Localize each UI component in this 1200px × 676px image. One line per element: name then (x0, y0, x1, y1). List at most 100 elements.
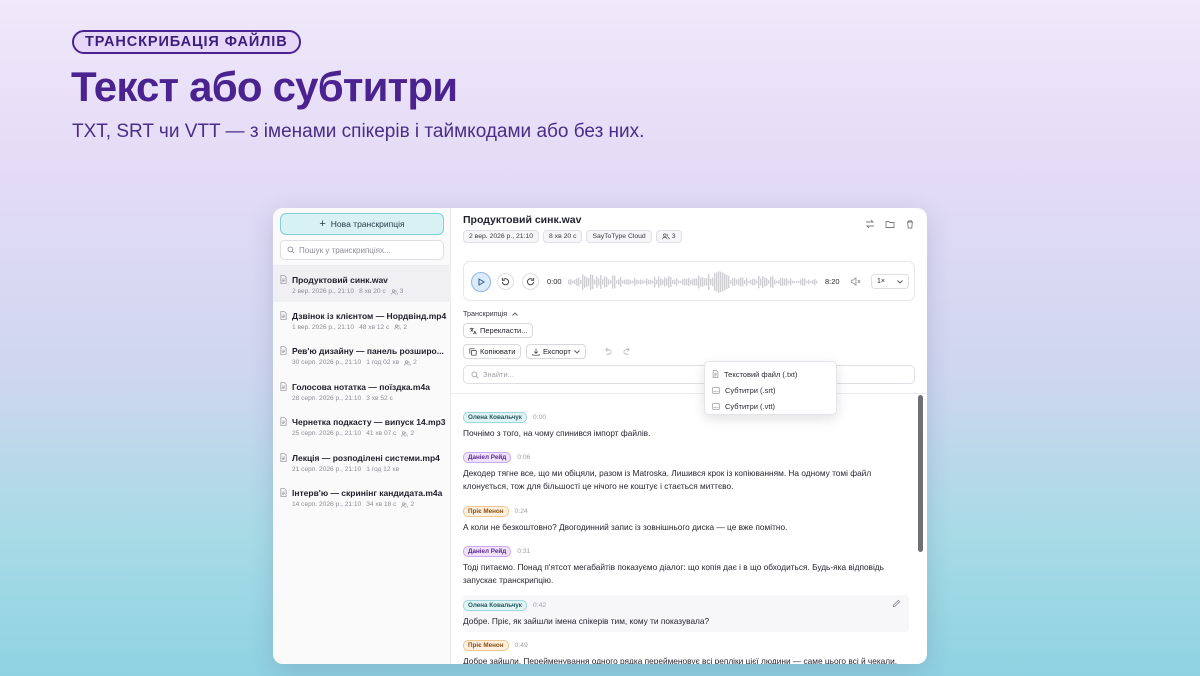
transcript-segment[interactable]: Даніел Рейд 0:31 Тоді питаємо. Понад п'я… (463, 545, 909, 587)
item-title: Продуктовий синк.wav (292, 275, 388, 285)
segment-timestamp[interactable]: 0:24 (515, 508, 528, 515)
speaker-badge[interactable]: Даніел Рейд (463, 545, 512, 557)
export-srt-item[interactable]: Субтитри (.srt) (705, 382, 836, 398)
waveform-bar (726, 274, 728, 290)
waveform-bar (652, 280, 654, 284)
waveform-bar (582, 274, 584, 290)
waveform-bar (624, 279, 626, 285)
waveform-bar (598, 278, 600, 286)
speaker-badge[interactable]: Олена Ковальчук (463, 411, 527, 423)
item-meta: 14 серп. 2026 р., 21:10 34 хв 18 с 2 (292, 501, 414, 508)
item-duration: 34 хв 18 с (366, 501, 397, 508)
waveform-bar (690, 279, 692, 285)
waveform-bar (714, 273, 716, 291)
waveform-bar (736, 279, 738, 285)
redo-button[interactable] (623, 344, 632, 359)
waveform-bar (730, 280, 732, 284)
waveform-bar (622, 280, 624, 284)
trash-icon[interactable] (905, 216, 915, 229)
find-input[interactable]: Знайти... (463, 365, 915, 384)
export-txt-item[interactable]: Текстовий файл (.txt) (705, 366, 836, 382)
text-file-icon (712, 370, 719, 378)
speaker-badge[interactable]: Даніел Рейд (463, 451, 512, 463)
subtitles-icon (712, 402, 720, 410)
waveform-bar (794, 281, 796, 283)
swap-icon[interactable] (865, 216, 875, 229)
plus-icon: + (319, 217, 326, 230)
waveform-bar (586, 277, 588, 287)
segment-timestamp[interactable]: 0:49 (515, 642, 528, 649)
sidebar-item[interactable]: Дзвінок із клієнтом — Нордвінд.mp4 1 вер… (273, 302, 451, 338)
transcript-segment[interactable]: Пріє Менон 0:24 А коли не безкоштовно? Д… (463, 505, 909, 534)
speed-select[interactable]: 1× (871, 274, 909, 289)
sidebar-item[interactable]: Лекція — розподілені системи.mp4 21 серп… (273, 444, 451, 480)
transcript-segment[interactable]: Даніел Рейд 0:06 Декодер тягне все, що м… (463, 451, 909, 493)
segment-line: запускає транскрипцію. (463, 575, 554, 585)
waveform-bar (700, 277, 702, 287)
waveform-bar (662, 279, 664, 285)
item-speakers-count: 2 (413, 359, 417, 366)
translate-button[interactable]: Перекласти... (463, 323, 534, 338)
export-button[interactable]: Експорт (526, 344, 586, 359)
waveform-bar (780, 277, 782, 287)
transcription-list: Продуктовий синк.wav 2 вер. 2026 р., 21:… (273, 266, 451, 515)
item-date: 21 серп. 2026 р., 21:10 (292, 465, 362, 473)
segment-timestamp[interactable]: 0:42 (533, 602, 546, 609)
waveform-bar (804, 278, 806, 286)
waveform-bar (752, 278, 754, 286)
item-duration: 48 хв 12 с (359, 323, 390, 331)
subtitles-icon (712, 386, 720, 394)
transcript-segment[interactable]: Пріє Менон 0:49 Добре зайшли. Перейменув… (463, 639, 909, 664)
waveform-bar (768, 280, 770, 284)
rewind-button[interactable] (497, 273, 514, 290)
transcript-segment[interactable]: Олена Ковальчук 0:42 Добре. Пріє, як зай… (463, 595, 909, 632)
document-icon (280, 381, 287, 391)
item-title: Рев'ю дизайну — панель розширо... (292, 346, 444, 356)
waveform-bar (814, 278, 816, 286)
waveform-bar (656, 279, 658, 285)
sidebar-item[interactable]: Чернетка подкасту — випуск 14.mp3 25 сер… (273, 408, 451, 444)
transcript-segment[interactable]: Олена Ковальчук 0:00 Почнімо з того, на … (463, 411, 909, 440)
copy-button[interactable]: Копіювати (463, 344, 522, 359)
sidebar-item[interactable]: Рев'ю дизайну — панель розширо... 30 сер… (273, 337, 451, 373)
sidebar-item[interactable]: Продуктовий синк.wav 2 вер. 2026 р., 21:… (273, 266, 451, 302)
waveform-bar (670, 276, 672, 288)
speed-value: 1× (877, 278, 885, 285)
waveform[interactable] (568, 270, 818, 294)
play-button[interactable] (471, 272, 491, 292)
item-date: 30 серп. 2026 р., 21:10 (292, 359, 362, 366)
item-speakers: 2 (394, 324, 407, 331)
pencil-icon[interactable] (892, 599, 901, 608)
folder-icon[interactable] (885, 216, 895, 228)
speaker-badge[interactable]: Пріє Менон (463, 639, 509, 651)
sidebar-item[interactable]: Інтерв'ю — скринінг кандидата.m4a 14 сер… (273, 479, 451, 515)
undo-button[interactable] (603, 344, 612, 359)
sidebar-search-input[interactable]: Пошук у транскрипціях... (280, 240, 444, 260)
sidebar-item[interactable]: Голосова нотатка — поїздка.m4a 28 серп. … (273, 373, 451, 409)
waveform-bar (688, 278, 690, 286)
segment-timestamp[interactable]: 0:31 (517, 548, 530, 555)
segment-timestamp[interactable]: 0:00 (533, 414, 546, 421)
export-vtt-item[interactable]: Субтитри (.vtt) (705, 398, 836, 414)
item-speakers: 2 (401, 430, 414, 437)
segment-timestamp[interactable]: 0:06 (517, 454, 530, 461)
waveform-bar (608, 279, 610, 285)
new-transcription-button[interactable]: + Нова транскрипція (280, 213, 444, 235)
export-srt-label: Субтитри (.srt) (725, 385, 776, 395)
duration-chip: 8 хв 20 с (543, 230, 583, 243)
hero-title: Текст або субтитри (71, 63, 458, 110)
speaker-badge[interactable]: Пріє Менон (463, 505, 509, 517)
transcript-scrollbar[interactable] (918, 395, 923, 552)
waveform-bar (610, 280, 612, 284)
item-date: 14 серп. 2026 р., 21:10 (292, 501, 362, 508)
volume-icon[interactable] (850, 276, 861, 287)
transcription-section-toggle[interactable]: Транскрипція (463, 309, 519, 318)
waveform-bar (786, 278, 788, 286)
waveform-bar (664, 277, 666, 287)
forward-button[interactable] (522, 273, 539, 290)
segment-line: Добре зайшли. Перейменування одного рядк… (463, 656, 898, 664)
segment-text: А коли не безкоштовно? Двогодинний запис… (463, 521, 909, 534)
speaker-badge[interactable]: Олена Ковальчук (463, 599, 527, 611)
waveform-bar (732, 278, 734, 286)
waveform-bar (596, 276, 598, 288)
